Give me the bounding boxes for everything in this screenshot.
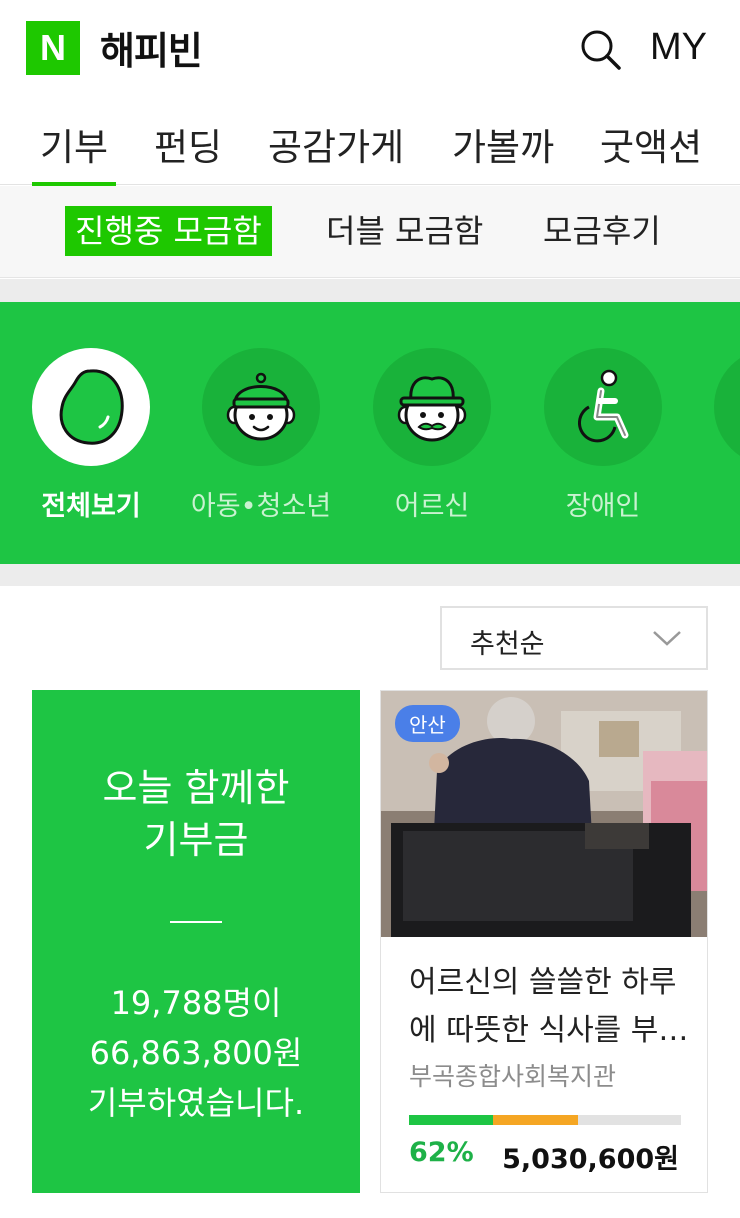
fundraiser-title-line1: 어르신의 쓸쓸한 하루	[409, 965, 677, 1000]
child-icon	[226, 372, 296, 441]
main-nav: 기부 펀딩 공감가게 가볼까 굿액션	[0, 95, 740, 186]
progress-bar	[409, 1115, 681, 1125]
region-badge: 안산	[395, 705, 460, 742]
category-elderly-label: 어르신	[394, 491, 470, 522]
category-children[interactable]: 아동•청소년	[176, 348, 346, 523]
category-elderly-circle	[373, 348, 491, 466]
wheelchair-icon	[578, 369, 629, 443]
bean-icon	[59, 369, 124, 445]
elder-icon	[397, 376, 467, 442]
category-all-circle	[32, 348, 150, 466]
tab-donation[interactable]: 기부	[31, 117, 117, 186]
search-icon[interactable]	[578, 27, 622, 71]
summary-title-line1: 오늘 함께한	[102, 766, 290, 810]
brand-title[interactable]: 해피빈	[100, 20, 203, 75]
subtab-double[interactable]: 더블 모금함	[326, 206, 483, 256]
category-disabled-label: 장애인	[565, 491, 641, 522]
chevron-down-icon	[653, 631, 681, 646]
fundraiser-photo: 안산	[381, 691, 707, 937]
naver-logo[interactable]: N	[26, 21, 80, 75]
organization-name: 부곡종합사회복지관	[409, 1062, 617, 1091]
subtab-reviews[interactable]: 모금후기	[543, 206, 661, 256]
section-divider	[0, 279, 740, 302]
tab-funding[interactable]: 펀딩	[154, 117, 222, 171]
logo-letter: N	[40, 27, 66, 68]
progress-percent: 62%	[409, 1137, 474, 1168]
fundraiser-title[interactable]: 어르신의 쓸쓸한 하루 에 따뜻한 식사를 부…	[409, 959, 689, 1055]
category-all-label: 전체보기	[41, 491, 141, 522]
progress-fill-orange	[493, 1115, 578, 1125]
category-all[interactable]: 전체보기	[6, 348, 176, 523]
category-elderly[interactable]: 어르신	[347, 348, 517, 523]
summary-title: 오늘 함께한 기부금	[32, 762, 360, 866]
category-children-label: 아동•청소년	[190, 491, 332, 522]
summary-divider	[170, 921, 222, 923]
today-donation-summary: 오늘 함께한 기부금 19,788명이 66,863,800원 기부하였습니다.	[32, 690, 360, 1193]
summary-donors: 19,788명이	[110, 984, 282, 1022]
progress-fill-green	[409, 1115, 494, 1125]
category-more-circle	[714, 348, 740, 466]
section-divider	[0, 564, 740, 586]
summary-title-line2: 기부금	[143, 818, 249, 862]
summary-amount: 66,863,800원	[89, 1034, 303, 1072]
fundraiser-card[interactable]: 안산 어르신의 쓸쓸한 하루 에 따뜻한 식사를 부… 부곡종합사회복지관 62…	[380, 690, 708, 1193]
category-more[interactable]	[688, 348, 740, 466]
sort-selected-value: 추천순	[470, 629, 545, 660]
tab-shop[interactable]: 공감가게	[268, 117, 404, 171]
my-page-link[interactable]: MY	[650, 26, 707, 69]
category-disabled[interactable]: 장애인	[518, 348, 688, 523]
tab-good-action[interactable]: 굿액션	[600, 117, 702, 171]
category-bar: 전체보기 아동•청소년 어르신 장애인	[0, 302, 740, 564]
raised-amount: 5,030,600원	[502, 1144, 679, 1175]
sort-dropdown[interactable]: 추천순	[440, 606, 708, 670]
subtab-ongoing[interactable]: 진행중 모금함	[65, 206, 272, 256]
category-children-circle	[202, 348, 320, 466]
fundraiser-title-line2: 에 따뜻한 식사를 부…	[409, 1013, 689, 1048]
category-disabled-circle	[544, 348, 662, 466]
summary-suffix: 기부하였습니다.	[87, 1084, 305, 1122]
app-header: N 해피빈 MY	[0, 0, 740, 95]
sub-nav: 진행중 모금함 더블 모금함 모금후기	[0, 186, 740, 278]
tab-visit[interactable]: 가볼까	[452, 117, 554, 171]
